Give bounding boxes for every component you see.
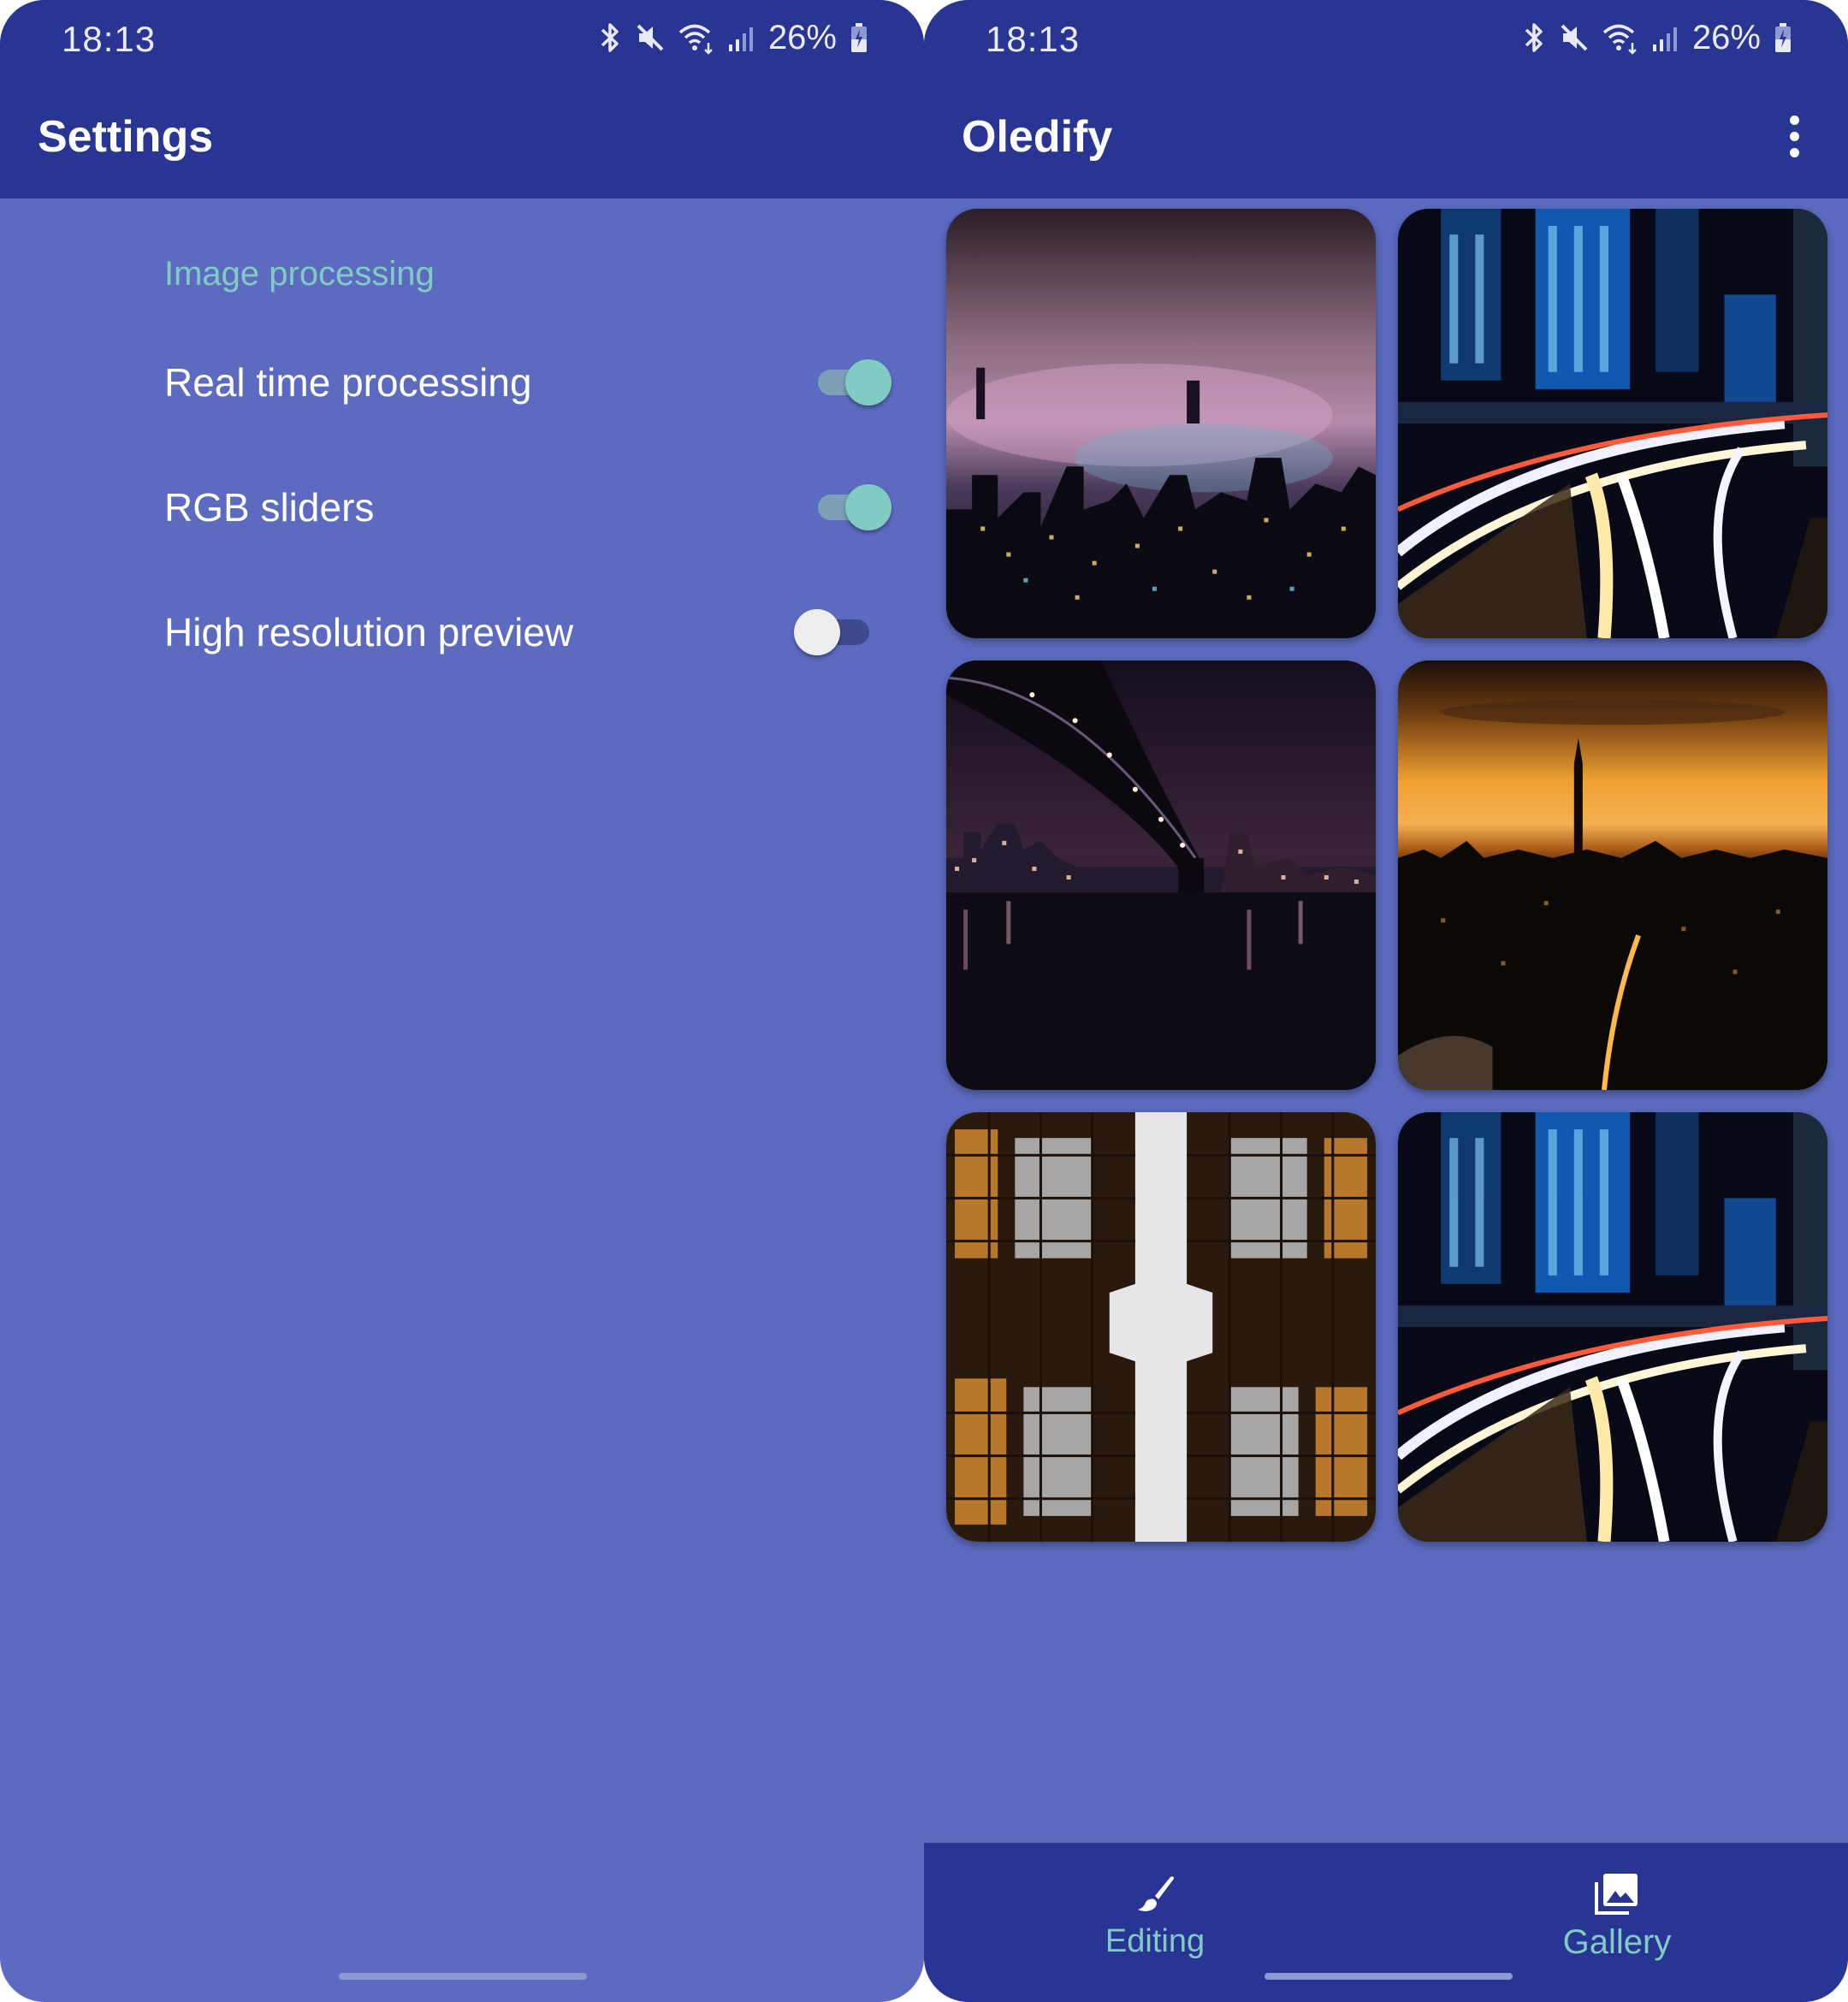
page-title: Settings [38, 112, 214, 162]
wifi-icon [1602, 24, 1637, 55]
battery-charging-icon [851, 23, 867, 52]
image-bridge-night [946, 660, 1376, 1090]
gallery-screen: 18:13 26% Oledify Editing Gallery [924, 0, 1848, 2002]
image-highway-trails [1398, 209, 1827, 638]
image-foggy-skyline [946, 209, 1376, 638]
gallery-image-glass-towers[interactable] [946, 1112, 1376, 1542]
pref-high-resolution-preview[interactable]: High resolution preview [0, 578, 924, 681]
battery-percent: 26% [1691, 18, 1761, 56]
status-icons: 26% [597, 15, 869, 60]
image-highway-trails-2 [1398, 1112, 1827, 1542]
signal-icon [1652, 27, 1677, 51]
mute-icon [1561, 24, 1588, 51]
switch-thumb [845, 484, 891, 530]
gallery-image-sunset-skyline[interactable] [1398, 660, 1827, 1090]
app-bar: Oledify [924, 74, 1848, 198]
battery-charging-icon [1775, 23, 1791, 52]
gallery-image-highway-trails[interactable] [1398, 209, 1827, 638]
real-time-processing-switch[interactable] [811, 354, 891, 406]
mute-icon [637, 24, 664, 51]
more-vert-icon[interactable] [1773, 108, 1815, 164]
switch-thumb [845, 359, 891, 406]
nav-label: Editing [1105, 1923, 1205, 1959]
bluetooth-icon [1525, 23, 1543, 52]
status-icons: 26% [1521, 15, 1793, 60]
category-header: Image processing [164, 255, 435, 293]
home-indicator[interactable] [339, 1973, 587, 1980]
signal-icon [728, 27, 753, 51]
image-sunset-skyline [1398, 660, 1827, 1090]
wifi-icon [678, 24, 713, 55]
status-time: 18:13 [62, 19, 157, 59]
battery-percent: 26% [767, 18, 837, 56]
nav-label: Gallery [1562, 1923, 1672, 1961]
app-title: Oledify [962, 112, 1113, 162]
pref-real-time-processing[interactable]: Real time processing [0, 329, 924, 431]
bluetooth-icon [601, 23, 619, 52]
home-indicator[interactable] [1265, 1973, 1513, 1980]
image-glass-towers [946, 1112, 1376, 1542]
status-bar: 18:13 26% [924, 0, 1848, 74]
pref-rgb-sliders[interactable]: RGB sliders [0, 453, 924, 556]
gallery-image-highway-trails-2[interactable] [1398, 1112, 1827, 1542]
pref-label: High resolution preview [164, 610, 574, 654]
pref-label: Real time processing [164, 360, 532, 405]
gallery-icon [1595, 1874, 1638, 1915]
gallery-image-foggy-skyline[interactable] [946, 209, 1376, 638]
gallery-image-bridge-night[interactable] [946, 660, 1376, 1090]
rgb-sliders-switch[interactable] [811, 479, 891, 530]
brush-icon [1138, 1876, 1174, 1911]
status-bar: 18:13 26% [0, 0, 924, 74]
switch-thumb [794, 609, 840, 655]
high-resolution-preview-switch[interactable] [794, 604, 876, 655]
app-bar: Settings [0, 74, 924, 198]
settings-screen: 18:13 26% Settings Image processing Real… [0, 0, 924, 2002]
status-time: 18:13 [986, 19, 1081, 59]
pref-label: RGB sliders [164, 485, 375, 530]
